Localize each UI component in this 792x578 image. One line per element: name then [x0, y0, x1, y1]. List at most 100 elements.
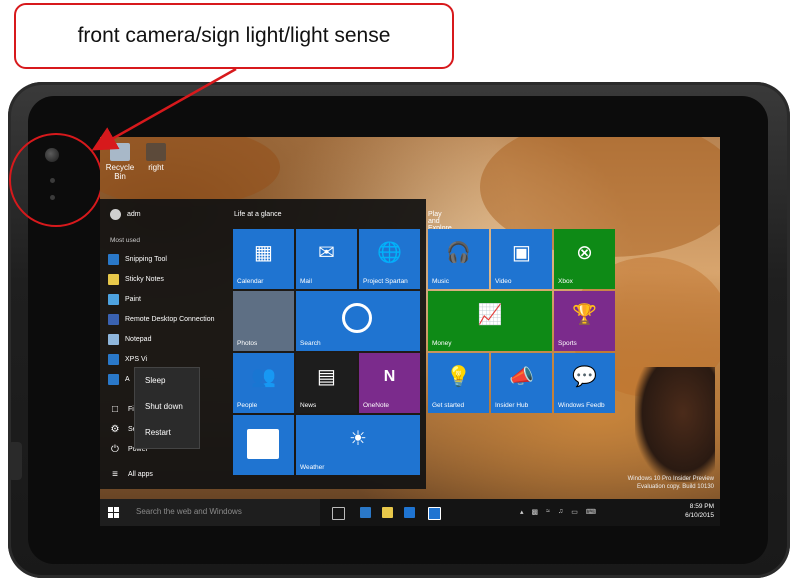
search-box[interactable]: Search the web and Windows	[100, 499, 320, 526]
video-icon: ▣	[512, 242, 531, 264]
app-snipping-tool[interactable]: Snipping Tool	[108, 249, 228, 269]
volume-icon[interactable]: ♫	[558, 508, 563, 516]
newspaper-icon: ▤	[317, 366, 336, 388]
store-bag-icon	[247, 429, 279, 459]
desktop-file-label: right	[148, 163, 164, 172]
sleep-option[interactable]: Sleep	[135, 368, 199, 394]
app-remote-desktop[interactable]: Remote Desktop Connection	[108, 309, 228, 329]
tile-photos[interactable]: Photos	[233, 291, 294, 351]
megaphone-icon: 📣	[509, 366, 534, 388]
tile-project-spartan[interactable]: 🌐 Project Spartan	[359, 229, 420, 289]
clock-time: 8:59 PM	[689, 503, 714, 510]
all-apps-item[interactable]: ≡ All apps	[110, 469, 153, 480]
recycle-bin-label: Recycle Bin	[105, 163, 135, 181]
restart-option[interactable]: Restart	[135, 420, 199, 446]
camera-highlight-circle	[9, 133, 103, 227]
watermark-line: Evaluation copy. Build 10130	[637, 484, 714, 490]
search-placeholder: Search the web and Windows	[136, 507, 242, 516]
trophy-icon: 🏆	[572, 304, 597, 326]
palette-icon	[108, 293, 119, 305]
user-account[interactable]: adm	[110, 209, 141, 220]
file-explorer-icon[interactable]	[382, 507, 393, 518]
xbox-icon: ⊗	[576, 242, 593, 264]
task-view-icon[interactable]	[332, 507, 345, 520]
tile-windows-feedback[interactable]: 💬 Windows Feedb	[554, 353, 615, 413]
keyboard-icon[interactable]: ⌨	[586, 508, 596, 516]
notifications-icon[interactable]: ▭	[571, 508, 578, 516]
notepad-icon	[108, 333, 119, 345]
power-menu: Sleep Shut down Restart	[134, 367, 200, 449]
tile-video[interactable]: ▣ Video	[491, 229, 552, 289]
tile-label: News	[300, 402, 317, 409]
shutdown-option[interactable]: Shut down	[135, 394, 199, 420]
tile-money[interactable]: 📈 Money	[428, 291, 552, 351]
app-label: Snipping Tool	[125, 255, 167, 263]
sun-icon: ☀	[349, 428, 367, 450]
tile-label: OneNote	[363, 402, 390, 409]
store-icon[interactable]	[404, 507, 415, 518]
tile-people[interactable]: 👥 People	[233, 353, 294, 413]
tile-xbox[interactable]: ⊗ Xbox	[554, 229, 615, 289]
system-tray: ▴ ▩ ≈ ♫ ▭ ⌨	[520, 508, 596, 516]
list-icon: ≡	[112, 469, 118, 480]
group-life-at-a-glance: Life at a glance	[234, 211, 282, 218]
callout-text: front camera/sign light/light sense	[77, 24, 391, 47]
windows-start-icon[interactable]	[108, 507, 119, 518]
tile-label: Money	[432, 340, 452, 347]
build-watermark: Windows 10 Pro Insider Preview Evaluatio…	[628, 475, 714, 491]
tile-label: People	[237, 402, 258, 409]
feedback-icon: 💬	[572, 366, 597, 388]
tile-insider-hub[interactable]: 📣 Insider Hub	[491, 353, 552, 413]
app-label: Paint	[125, 295, 141, 303]
tile-label: Windows Feedb	[558, 402, 605, 409]
settings-item[interactable]: ⚙ Se	[110, 424, 137, 435]
tile-onenote[interactable]: N OneNote	[359, 353, 420, 413]
wallpaper-car	[635, 367, 715, 482]
wifi-icon[interactable]: ≈	[546, 508, 550, 516]
tile-label: Weather	[300, 464, 325, 471]
people-icon: 👥	[251, 366, 276, 388]
globe-icon: 🌐	[377, 242, 402, 264]
scissors-icon	[108, 253, 119, 265]
app-label: Remote Desktop Connection	[125, 315, 215, 323]
side-button	[8, 442, 22, 480]
tile-label: Get started	[432, 402, 465, 409]
calendar-icon: ▦	[254, 242, 273, 264]
tile-news[interactable]: ▤ News	[296, 353, 357, 413]
tile-label: Calendar	[237, 278, 264, 285]
tile-mail[interactable]: ✉ Mail	[296, 229, 357, 289]
user-name: adm	[127, 211, 141, 218]
app-xps-viewer[interactable]: XPS Vi	[108, 349, 228, 369]
clock[interactable]: 8:59 PM 6/10/2015	[685, 502, 714, 520]
power-icon: ⏻	[111, 444, 119, 455]
tile-calendar[interactable]: ▦ Calendar	[233, 229, 294, 289]
file-explorer-item[interactable]: □ Fil	[110, 404, 135, 415]
browser-icon[interactable]	[360, 507, 371, 518]
app-icon[interactable]	[428, 507, 441, 520]
tile-label: Photos	[237, 340, 258, 347]
chevron-up-icon[interactable]: ▴	[520, 508, 524, 516]
app-sticky-notes[interactable]: Sticky Notes	[108, 269, 228, 289]
app-label: XPS Vi	[125, 355, 148, 363]
tile-label: Insider Hub	[495, 402, 529, 409]
tile-get-started[interactable]: 💡 Get started	[428, 353, 489, 413]
watermark-line: Windows 10 Pro Insider Preview	[627, 476, 714, 482]
recycle-bin-icon[interactable]: Recycle Bin	[100, 143, 140, 181]
network-icon[interactable]: ▩	[532, 508, 539, 516]
tile-label: Project Spartan	[363, 278, 408, 285]
sticky-note-icon	[108, 273, 119, 285]
app-paint[interactable]: Paint	[108, 289, 228, 309]
desktop-file-icon[interactable]: right	[136, 143, 176, 172]
tile-music[interactable]: 🎧 Music	[428, 229, 489, 289]
tile-weather[interactable]: ☀ Weather	[296, 415, 420, 475]
tile-label: Xbox	[558, 278, 573, 285]
app-label: Sticky Notes	[125, 275, 164, 283]
taskbar: Search the web and Windows ▴ ▩ ≈ ♫ ▭ ⌨ 8…	[100, 499, 720, 526]
tile-sports[interactable]: 🏆 Sports	[554, 291, 615, 351]
chart-up-icon: 📈	[477, 304, 503, 326]
tile-search[interactable]: Search	[296, 291, 420, 351]
app-notepad[interactable]: Notepad	[108, 329, 228, 349]
folder-icon: □	[111, 404, 119, 415]
gear-icon: ⚙	[110, 424, 120, 435]
tile-store[interactable]	[233, 415, 294, 475]
